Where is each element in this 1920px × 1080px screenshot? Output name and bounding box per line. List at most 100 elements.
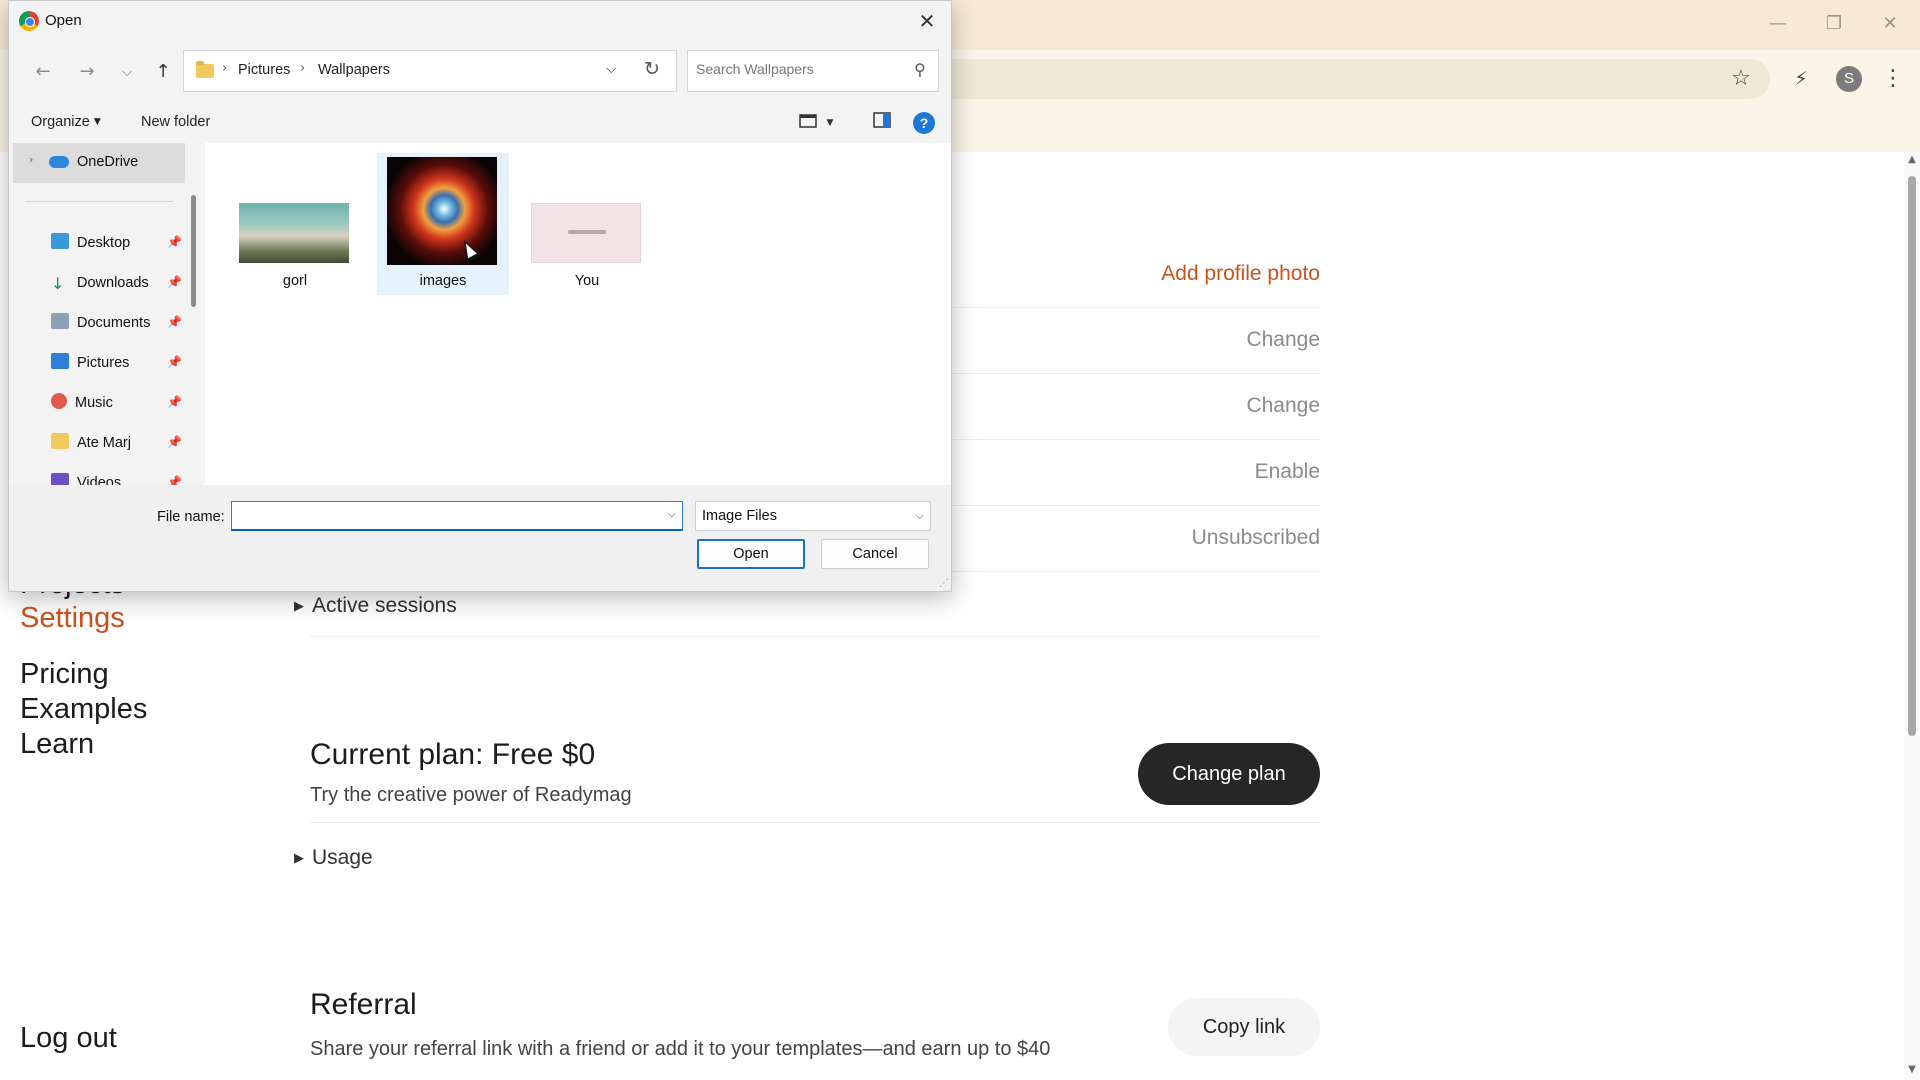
sidebar-item-ate-marj[interactable]: Ate Marj (51, 431, 131, 455)
file-item-you[interactable]: You (521, 153, 653, 295)
breadcrumb-separator: › (222, 61, 228, 76)
pin-icon[interactable]: 📌 (167, 275, 182, 289)
forward-arrow-icon[interactable]: → (73, 58, 101, 86)
enable-link[interactable]: Enable (1255, 460, 1320, 484)
search-icon[interactable]: ⚲ (914, 60, 926, 79)
dialog-title: Open (45, 12, 82, 29)
back-arrow-icon[interactable]: ← (29, 58, 57, 86)
chevron-down-icon[interactable]: ⌵ (606, 61, 617, 77)
music-icon (51, 393, 67, 409)
file-item-gorl[interactable]: gorl (229, 153, 361, 295)
extension-icon[interactable]: ⚡ (1786, 64, 1816, 94)
usage-label: Usage (312, 846, 373, 869)
usage-toggle[interactable]: ▶ Usage (294, 846, 373, 870)
pin-icon[interactable]: 📌 (167, 475, 182, 485)
scroll-up-icon[interactable]: ▲ (1906, 154, 1918, 165)
nav-learn[interactable]: Learn (20, 728, 94, 761)
current-plan-subtitle: Try the creative power of Readymag (310, 784, 632, 806)
scrollbar-thumb[interactable] (1908, 176, 1916, 736)
dialog-close-icon[interactable]: ✕ (913, 7, 941, 35)
file-item-images[interactable]: images (377, 153, 509, 295)
pin-icon[interactable]: 📌 (167, 315, 182, 329)
view-mode-glyph (799, 114, 817, 128)
browser-menu-icon[interactable]: ⋮ (1878, 64, 1908, 94)
file-type-select[interactable]: Image Files ⌵ (695, 501, 931, 531)
folder-icon (51, 433, 69, 449)
help-icon[interactable]: ? (913, 112, 935, 134)
pin-icon[interactable]: 📌 (167, 355, 182, 369)
search-box: ⚲ (687, 50, 939, 92)
sidebar-item-desktop[interactable]: Desktop (51, 231, 130, 255)
chevron-down-icon: ⌵ (915, 509, 924, 522)
change-plan-button[interactable]: Change plan (1138, 743, 1320, 805)
pictures-icon (51, 353, 69, 369)
scroll-down-icon[interactable]: ▼ (1906, 1064, 1918, 1075)
new-folder-button[interactable]: New folder (141, 114, 210, 130)
current-plan-title: Current plan: Free $0 (310, 738, 596, 771)
view-options-caret-icon[interactable]: ▼ (823, 112, 837, 134)
divider (310, 822, 1320, 823)
sidebar-item-documents[interactable]: Documents (51, 311, 150, 335)
referral-title: Referral (310, 988, 417, 1021)
sidebar-item-videos[interactable]: Videos (51, 471, 121, 485)
nav-pane-scrollbar[interactable] (191, 195, 196, 307)
organize-button[interactable]: Organize ▼ (31, 114, 101, 130)
minimize-icon[interactable]: — (1764, 12, 1792, 36)
profile-avatar[interactable]: S (1836, 66, 1862, 92)
divider (310, 636, 1320, 637)
settings-row-2fa: Enable (952, 440, 1320, 506)
pin-icon[interactable]: 📌 (167, 435, 182, 449)
resize-grip-icon[interactable]: ⋰ (939, 578, 949, 589)
dialog-bottom-bar: File name: ⌵ Image Files ⌵ Open Cancel ⋰ (9, 485, 951, 591)
chevron-right-icon[interactable]: › (29, 153, 33, 166)
preview-pane-icon[interactable] (871, 112, 893, 134)
nav-pricing[interactable]: Pricing (20, 658, 109, 691)
window-close-icon[interactable]: ✕ (1876, 12, 1904, 36)
desktop-icon (51, 233, 69, 249)
file-list: gorl images You (205, 143, 951, 485)
sidebar-item-onedrive[interactable]: › OneDrive (13, 143, 185, 183)
pin-icon[interactable]: 📌 (167, 395, 182, 409)
sidebar-item-downloads[interactable]: ↓ Downloads (51, 271, 149, 295)
navigation-pane: › OneDrive Desktop 📌 ↓ Downloads 📌 Docume… (9, 143, 201, 485)
file-thumbnail (387, 157, 497, 265)
recent-locations-icon[interactable]: ⌵ (113, 58, 141, 86)
sidebar-item-pictures[interactable]: Pictures (51, 351, 129, 375)
expand-triangle-icon: ▶ (294, 850, 304, 865)
breadcrumb-pictures[interactable]: Pictures (238, 62, 290, 78)
active-sessions-toggle[interactable]: ▶ Active sessions (294, 594, 457, 618)
view-mode-icon[interactable] (797, 112, 819, 134)
change-email-link[interactable]: Change (1246, 394, 1320, 418)
breadcrumb[interactable]: › Pictures › Wallpapers ⌵ ↻ (183, 50, 677, 92)
divider (25, 201, 173, 202)
logout-link[interactable]: Log out (20, 1022, 117, 1055)
search-input[interactable] (696, 61, 896, 77)
dialog-titlebar[interactable]: Open ✕ (9, 1, 951, 41)
file-name-input[interactable] (236, 506, 656, 522)
pin-icon[interactable]: 📌 (167, 235, 182, 249)
nav-settings[interactable]: Settings (20, 602, 125, 635)
change-name-link[interactable]: Change (1246, 328, 1320, 352)
copy-link-button[interactable]: Copy link (1168, 998, 1320, 1056)
add-profile-photo-link[interactable]: Add profile photo (1161, 262, 1320, 286)
restore-icon[interactable]: ❐ (1820, 12, 1848, 36)
file-name-label: gorl (282, 273, 308, 289)
up-arrow-icon[interactable]: ↑ (149, 58, 177, 86)
nav-examples[interactable]: Examples (20, 693, 147, 726)
refresh-icon[interactable]: ↻ (644, 58, 660, 80)
unsubscribed-link[interactable]: Unsubscribed (1192, 526, 1320, 550)
file-thumbnail (531, 203, 641, 263)
cancel-button[interactable]: Cancel (821, 539, 929, 569)
page-scrollbar[interactable]: ▲ ▼ (1904, 152, 1920, 1080)
sidebar-item-music[interactable]: Music (51, 391, 113, 415)
breadcrumb-wallpapers[interactable]: Wallpapers (318, 62, 390, 78)
settings-row-name: Change (952, 308, 1320, 374)
breadcrumb-separator: › (300, 61, 306, 76)
bookmark-star-icon[interactable]: ☆ (1726, 64, 1756, 94)
sidebar-item-label: Downloads (77, 275, 149, 291)
chevron-down-icon[interactable]: ⌵ (668, 507, 676, 521)
open-button[interactable]: Open (697, 539, 805, 569)
address-bar[interactable] (940, 59, 1770, 99)
sidebar-item-label: Music (75, 395, 113, 411)
thumbnail-text-mark (568, 230, 606, 234)
